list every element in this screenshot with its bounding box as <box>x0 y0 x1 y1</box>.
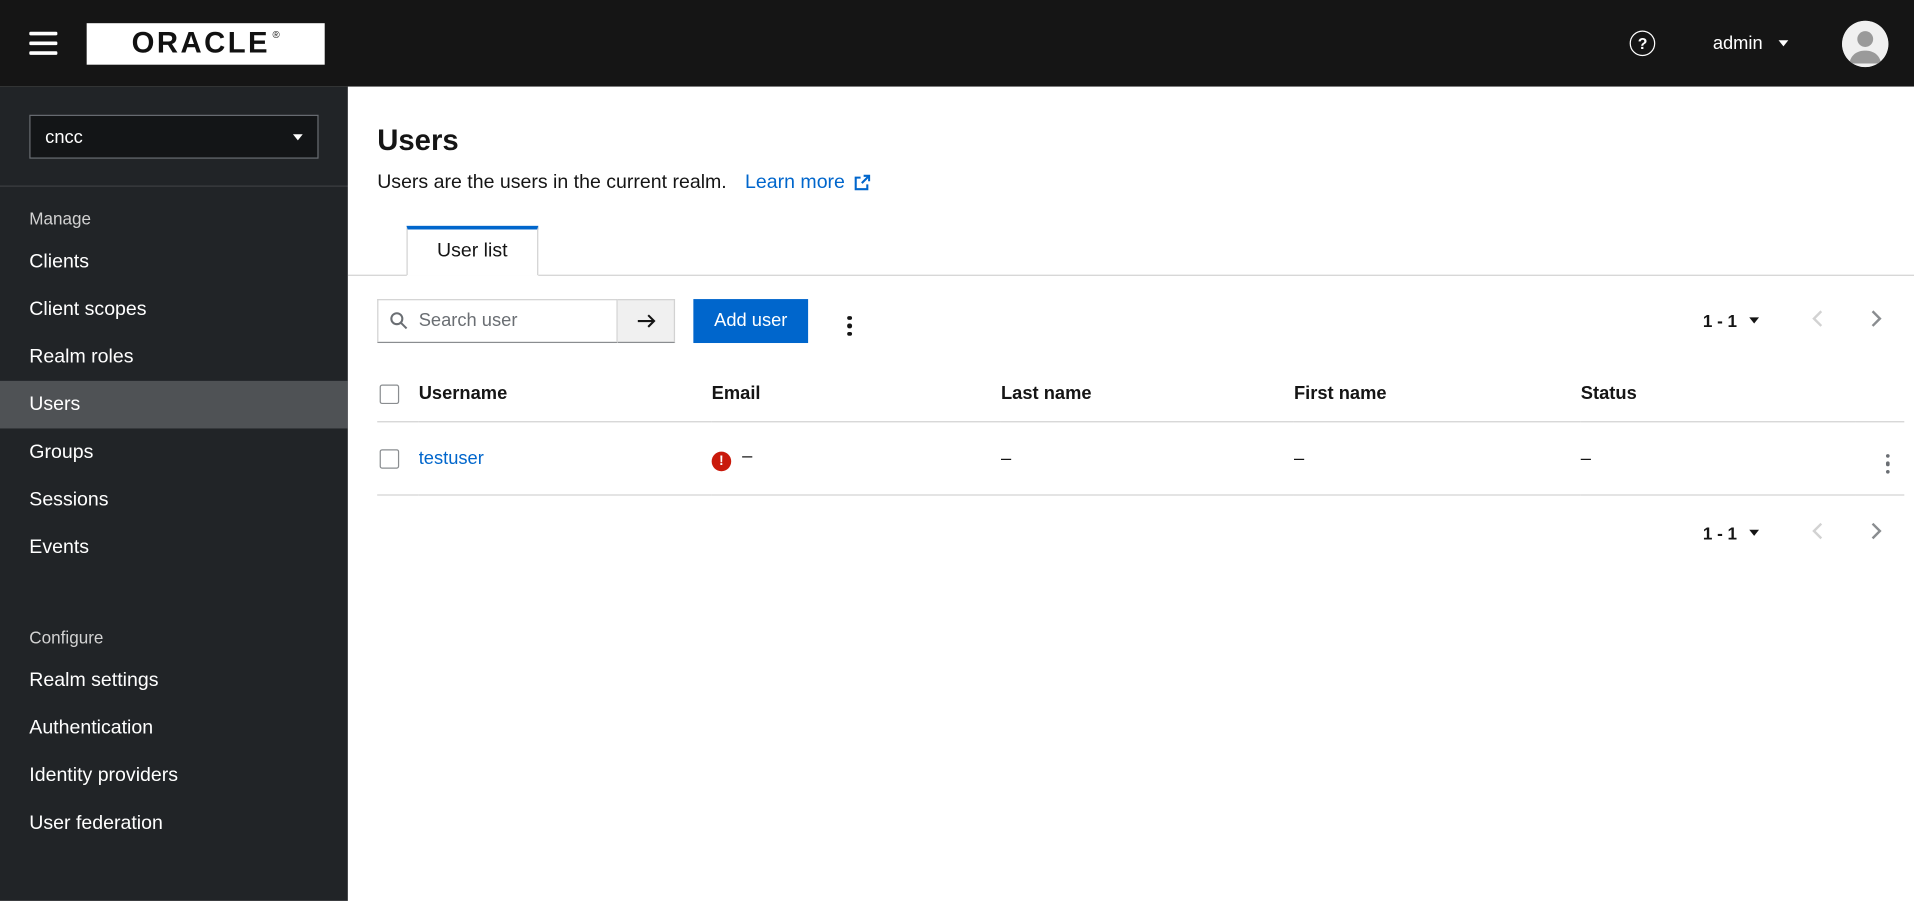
pagination-next-button[interactable] <box>1865 309 1885 332</box>
first-name-value: – <box>1293 421 1581 496</box>
page-title: Users <box>377 124 459 158</box>
select-all-checkbox[interactable] <box>379 384 400 405</box>
last-name-value: – <box>1000 421 1294 496</box>
oracle-logo: ORACLE ® <box>86 22 325 65</box>
realm-selector-label: cncc <box>45 126 83 148</box>
chevron-down-icon <box>1749 529 1760 536</box>
pagination-range: 1 - 1 <box>1702 523 1738 543</box>
sidebar-item-groups[interactable]: Groups <box>0 428 348 476</box>
learn-more-label: Learn more <box>745 172 845 193</box>
email-value: – <box>742 445 753 467</box>
realm-selector-container: cncc <box>0 87 348 187</box>
registered-mark: ® <box>272 29 280 41</box>
user-menu[interactable]: admin <box>1713 33 1789 54</box>
chevron-down-icon <box>1778 40 1789 47</box>
tab-user-list[interactable]: User list <box>406 225 539 276</box>
sidebar-item-users[interactable]: Users <box>0 380 348 429</box>
search-icon <box>390 311 408 329</box>
sidebar-item-realm-settings[interactable]: Realm settings <box>0 657 348 705</box>
topbar-actions: ? admin <box>1629 20 1889 67</box>
page-description: Users are the users in the current realm… <box>377 172 727 193</box>
status-value: – <box>1580 421 1856 496</box>
chevron-right-icon <box>1871 522 1882 540</box>
sidebar-item-user-federation[interactable]: User federation <box>0 800 348 848</box>
sidebar-item-events[interactable]: Events <box>0 524 348 572</box>
learn-more-link[interactable]: Learn more <box>745 172 871 194</box>
search-group <box>377 298 676 343</box>
pagination-bottom-row: 1 - 1 <box>348 496 1914 570</box>
kebab-icon <box>1885 453 1890 474</box>
sidebar-item-clients[interactable]: Clients <box>0 238 348 286</box>
main-content: Users Users are the users in the current… <box>347 86 1914 901</box>
sidebar-section-configure: Configure Realm settings Authentication … <box>0 605 348 847</box>
sidebar: cncc Manage Clients Client scopes Realm … <box>0 86 348 901</box>
sidebar-item-identity-providers[interactable]: Identity providers <box>0 752 348 800</box>
pagination-prev-button[interactable] <box>1809 309 1829 332</box>
user-menu-label: admin <box>1712 32 1763 54</box>
sidebar-item-authentication[interactable]: Authentication <box>0 704 348 752</box>
person-icon <box>1842 20 1889 67</box>
toolbar: Add user 1 - 1 <box>348 276 1914 366</box>
chevron-down-icon <box>292 133 303 140</box>
topbar: ORACLE ® ? admin <box>0 0 1914 87</box>
users-table: Username Email Last name First name Stat… <box>377 366 1905 496</box>
pagination-prev-button[interactable] <box>1809 521 1829 544</box>
kebab-icon <box>847 315 852 336</box>
arrow-right-icon <box>637 313 655 328</box>
search-input[interactable] <box>377 298 618 343</box>
app-root: ORACLE ® ? admin cncc Manage Clients Cli… <box>0 0 1914 901</box>
user-link[interactable]: testuser <box>419 448 484 469</box>
hamburger-icon <box>29 31 58 36</box>
row-checkbox[interactable] <box>379 449 400 469</box>
column-header-first-name: First name <box>1293 366 1581 423</box>
add-user-button[interactable]: Add user <box>693 298 809 343</box>
pagination-next-button[interactable] <box>1865 521 1885 544</box>
pagination-bottom: 1 - 1 <box>1703 521 1885 544</box>
pagination-range: 1 - 1 <box>1702 310 1738 331</box>
sidebar-section-title: Manage <box>29 208 92 229</box>
pagination-top: 1 - 1 <box>1703 309 1885 332</box>
avatar[interactable] <box>1842 20 1889 67</box>
tabs-bar: User list <box>347 225 1914 276</box>
sidebar-section-title: Configure <box>29 627 104 647</box>
sidebar-item-realm-roles[interactable]: Realm roles <box>0 333 348 381</box>
search-submit-button[interactable] <box>617 298 676 343</box>
nav-toggle-button[interactable] <box>29 24 58 62</box>
external-link-icon <box>854 174 871 191</box>
sidebar-item-sessions[interactable]: Sessions <box>0 476 348 524</box>
sidebar-section-manage: Manage Clients Client scopes Realm roles… <box>0 187 348 572</box>
help-icon[interactable]: ? <box>1629 30 1656 57</box>
sidebar-item-client-scopes[interactable]: Client scopes <box>0 286 348 334</box>
chevron-right-icon <box>1871 310 1882 327</box>
column-header-status: Status <box>1580 366 1856 423</box>
row-actions-kebab[interactable] <box>1873 433 1902 483</box>
oracle-logo-text: ORACLE <box>131 26 271 60</box>
email-error-icon: ! <box>711 451 732 472</box>
realm-selector[interactable]: cncc <box>29 114 319 159</box>
column-header-last-name: Last name <box>1000 366 1294 423</box>
page-header: Users Users are the users in the current… <box>348 87 1914 194</box>
pagination-menu-toggle[interactable]: 1 - 1 <box>1702 310 1760 331</box>
chevron-left-icon <box>1812 522 1823 540</box>
column-header-email: Email <box>711 366 1001 423</box>
chevron-left-icon <box>1812 310 1823 327</box>
toolbar-kebab-menu[interactable] <box>835 295 864 345</box>
table-header-row: Username Email Last name First name Stat… <box>377 366 1905 423</box>
pagination-menu-toggle[interactable]: 1 - 1 <box>1702 523 1760 543</box>
chevron-down-icon <box>1749 317 1760 324</box>
table-row: testuser ! – – – – <box>377 421 1905 496</box>
column-header-username: Username <box>418 366 712 423</box>
